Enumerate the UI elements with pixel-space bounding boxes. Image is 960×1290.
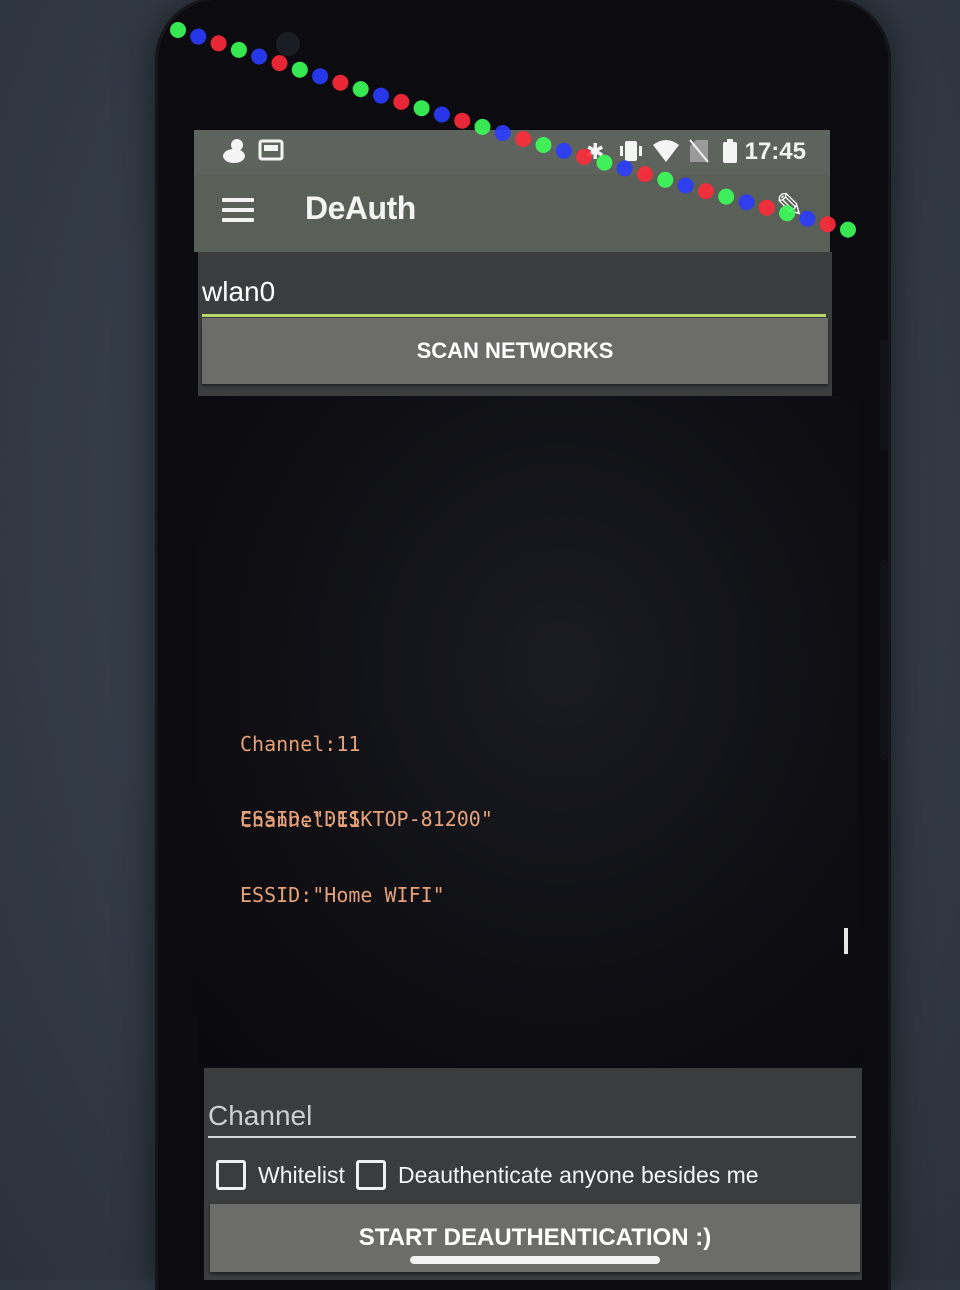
interface-input[interactable] — [202, 270, 826, 317]
led-dot — [758, 199, 775, 216]
led-dot — [718, 188, 735, 205]
led-dot — [555, 142, 572, 159]
led-dot — [454, 112, 471, 129]
led-dot — [352, 81, 369, 98]
led-dot — [840, 221, 856, 238]
network-essid: ESSID:"Home WIFI" — [240, 883, 445, 907]
network-entry: Channel:11 ESSID:"Home WIFI" — [240, 758, 445, 958]
deauth-others-label: Deauthenticate anyone besides me — [398, 1161, 759, 1188]
whitelist-checkbox[interactable] — [216, 1160, 246, 1190]
whitelist-option[interactable]: Whitelist — [216, 1158, 345, 1192]
app-screen: ✱ 17:45 DeAuth ✎ SCAN NETWORKS Channel:1… — [194, 130, 862, 1280]
scan-form: SCAN NETWORKS — [198, 252, 832, 396]
led-dot — [251, 48, 268, 65]
led-dot — [515, 131, 532, 147]
led-dot — [677, 177, 694, 194]
deauth-others-option[interactable]: Deauthenticate anyone besides me — [356, 1158, 759, 1192]
led-dot — [230, 41, 247, 58]
led-dot — [271, 55, 288, 72]
led-dot — [170, 22, 186, 38]
led-dot — [393, 93, 410, 110]
led-dot — [373, 87, 389, 104]
deauth-form: Whitelist Deauthenticate anyone besides … — [204, 1068, 862, 1280]
deauth-others-checkbox[interactable] — [356, 1160, 386, 1190]
led-dot — [413, 100, 430, 117]
led-dot — [596, 154, 613, 171]
led-dot — [616, 160, 633, 177]
network-channel: Channel:11 — [240, 732, 361, 756]
led-dot — [190, 28, 207, 45]
volume-button — [880, 340, 888, 450]
network-channel: Channel:11 — [240, 808, 361, 832]
channel-input[interactable] — [208, 1096, 856, 1138]
led-dot — [799, 210, 816, 227]
led-dot — [697, 183, 714, 200]
led-dot — [637, 166, 653, 183]
scan-networks-button[interactable]: SCAN NETWORKS — [202, 318, 828, 384]
led-dot — [819, 216, 836, 233]
whitelist-label: Whitelist — [258, 1161, 345, 1188]
led-dot — [576, 148, 593, 165]
led-dot — [332, 74, 349, 91]
power-button — [880, 560, 888, 760]
scrollbar-thumb[interactable] — [844, 928, 848, 954]
led-dot — [474, 118, 491, 135]
scan-output-panel: Channel:11 ESSID:"DESKTOP-81200" Channel… — [198, 396, 858, 1066]
led-dot — [433, 106, 450, 123]
led-dot — [779, 205, 796, 222]
led-dot — [291, 61, 308, 78]
home-indicator[interactable] — [410, 1256, 660, 1264]
led-strip-reflection — [170, 22, 856, 238]
led-dot — [494, 125, 511, 141]
led-dot — [535, 137, 552, 153]
led-dot — [657, 171, 674, 188]
led-dot — [312, 68, 329, 85]
led-dot — [210, 35, 227, 52]
led-dot — [738, 194, 755, 211]
